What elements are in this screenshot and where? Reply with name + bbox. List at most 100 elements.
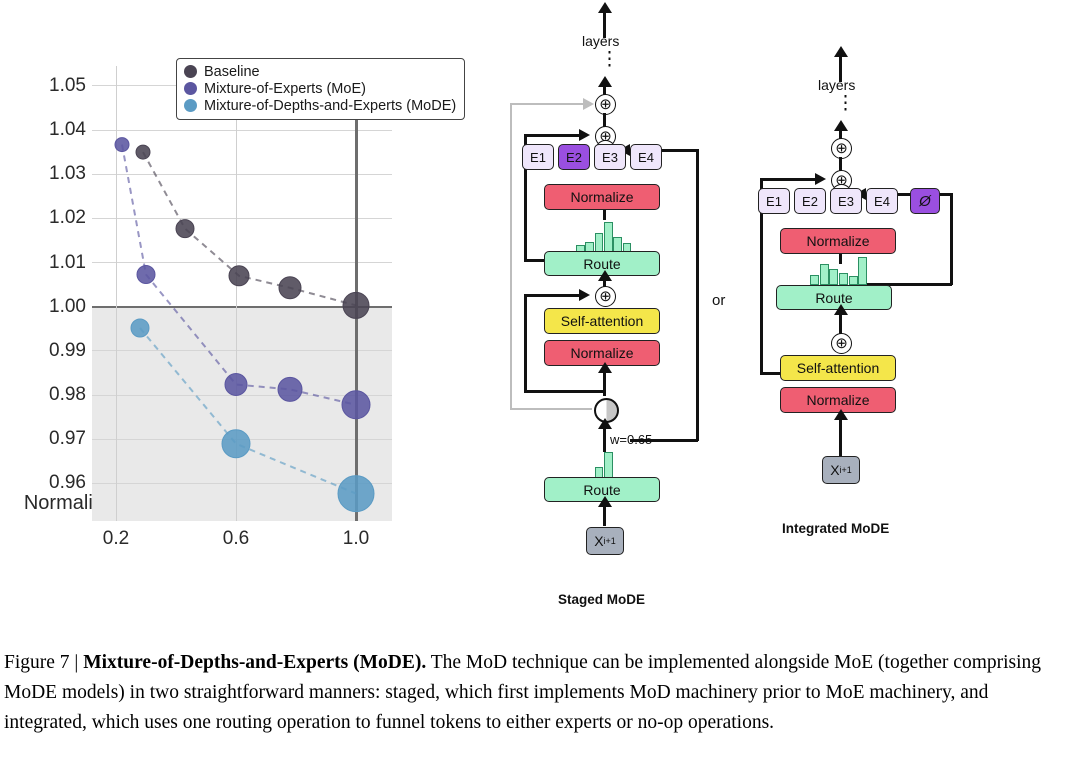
staged-attn-residual-bottom [524, 390, 604, 393]
y-tick-label: 1.05 [49, 74, 86, 96]
integrated-vertical-dots: ⋮ [836, 93, 855, 114]
plot-area: 0.96 0.97 0.98 0.99 1.00 1.01 1.02 1.03 1.04 1.05… [49, 58, 466, 549]
staged-moe-normalize: Normalize [544, 184, 660, 210]
staged-weight-label: w=0.65 [610, 432, 653, 447]
integrated-route-histogram [810, 257, 868, 285]
integrated-arrowhead-input [833, 409, 848, 420]
gridline-horizontal [92, 350, 392, 352]
integrated-arrowhead-op1 [833, 120, 848, 131]
histogram-bar [848, 275, 858, 285]
histogram-bar [829, 269, 839, 285]
staged-attn-residual-vertical [524, 296, 527, 392]
series-line [142, 151, 357, 307]
figure-title: Mixture-of-Depths-and-Experts (MoDE). [83, 652, 427, 673]
expert-box-e1: E1 [522, 144, 554, 170]
legend-label: Baseline [204, 63, 260, 80]
staged-top-arrowhead [597, 2, 612, 13]
expert-box-e3: E3 [594, 144, 626, 170]
expert-box-e2: E2 [558, 144, 590, 170]
chart-legend: Baseline Mixture-of-Experts (MoE) Mixture-… [176, 58, 466, 120]
integrated-self-attention: Self-attention [780, 355, 896, 381]
legend-marker-icon [184, 65, 197, 78]
noop-box: Ø [910, 188, 940, 214]
gridline-horizontal [92, 394, 392, 396]
staged-wire-op1-op2 [603, 113, 606, 127]
integrated-mode-diagram: layers ⋮ ⊕ ⊕ ⊗ E1E2E3E4Ø Normalize Route… [742, 0, 1042, 620]
y-tick-label: 1.03 [49, 163, 86, 185]
histogram-bar [613, 237, 623, 252]
staged-grey-skip-bottom [510, 408, 592, 410]
histogram-bar [810, 275, 820, 285]
legend-item: Mixture-of-Experts (MoE) [184, 80, 456, 97]
legend-label: Mixture-of-Depths-and-Experts (MoDE) [204, 97, 457, 114]
shaded-region [92, 306, 392, 521]
gridline-vertical [354, 66, 358, 521]
staged-moe-residual-arrowhead [579, 129, 590, 141]
gridline-horizontal [92, 438, 392, 440]
staged-arrowhead-mod-route [597, 418, 612, 429]
staged-arrowhead-op1 [597, 76, 612, 87]
legend-marker-icon [184, 99, 197, 112]
figure-caption: Figure 7 | Mixture-of-Depths-and-Experts… [4, 648, 1072, 738]
integrated-input-subscript: i+1 [839, 465, 852, 475]
histogram-bar [839, 273, 849, 285]
y-tick-label: 1.00 [49, 295, 86, 317]
staged-op-add-outer: ⊕ [595, 94, 616, 115]
data-point [278, 276, 302, 300]
histogram-bar [594, 232, 604, 252]
gridline-horizontal [92, 217, 392, 219]
integrated-op-add-attention: ⊕ [831, 333, 852, 354]
x-tick-label: 0.6 [222, 528, 250, 549]
data-point [136, 265, 156, 284]
gridline-horizontal [92, 482, 392, 484]
integrated-layers-label: layers [818, 77, 856, 93]
histogram-bar [819, 264, 829, 285]
expert-box-e1: E1 [758, 188, 790, 214]
histogram-bar [858, 257, 868, 285]
legend-item: Baseline [184, 63, 456, 80]
integrated-moe-normalize: Normalize [780, 228, 896, 254]
staged-moe-residual-horizontal [524, 134, 580, 137]
integrated-arrowhead-route [833, 304, 848, 315]
integrated-diagram-caption: Integrated MoDE [782, 521, 890, 536]
staged-arrowhead-input [597, 496, 612, 507]
staged-wire-norm-route [603, 210, 606, 220]
integrated-top-arrowhead [833, 46, 848, 57]
expert-box-e2: E2 [794, 188, 826, 214]
legend-marker-icon [184, 82, 197, 95]
staged-grey-skip-horizontal [510, 103, 584, 105]
y-tick-label: 1.04 [49, 119, 86, 141]
x-tick-label: 0.2 [102, 528, 130, 549]
staged-vertical-dots: ⋮ [600, 49, 619, 70]
staged-self-attention: Self-attention [544, 308, 660, 334]
staged-router-histogram [576, 452, 632, 478]
staged-mode-diagram: layers ⋮ ⊕ ⊕ ⊗ E1E2E3E4 Normalize [500, 0, 760, 620]
gridline-horizontal [92, 305, 392, 309]
staged-attn-residual-arrowhead [579, 289, 590, 301]
expert-box-e4: E4 [630, 144, 662, 170]
integrated-wire-input-norm [839, 415, 842, 457]
integrated-wire-op1-op2 [839, 157, 842, 171]
staged-op-add-attention: ⊕ [595, 286, 616, 307]
staged-diagram-caption: Staged MoDE [558, 592, 646, 607]
x-tick-label: 1.0 [342, 528, 370, 549]
gridline-vertical [235, 66, 237, 521]
histogram-bar [604, 452, 613, 478]
integrated-residual-horizontal [760, 178, 816, 181]
data-point [228, 265, 250, 287]
integrated-route-feedback-vertical [950, 193, 953, 285]
staged-input-label: X [594, 533, 604, 549]
y-tick-label: 0.97 [49, 428, 86, 450]
staged-arrowhead-halfcircle [597, 362, 612, 373]
integrated-residual-arrowhead [815, 173, 826, 185]
figure-number: Figure 7 | [4, 652, 84, 673]
integrated-input-node: Xi+1 [822, 456, 860, 484]
integrated-op-add-outer: ⊕ [831, 138, 852, 159]
legend-item: Mixture-of-Depths-and-Experts (MoDE) [184, 97, 456, 114]
expert-box-e3: E3 [830, 188, 862, 214]
diagram-panel: layers ⋮ ⊕ ⊕ ⊗ E1E2E3E4 Normalize [500, 0, 1080, 620]
legend-label: Mixture-of-Experts (MoE) [204, 80, 366, 97]
y-tick-label: 0.96 [49, 472, 86, 494]
expert-box-e4: E4 [866, 188, 898, 214]
y-tick-label: 0.99 [49, 339, 86, 361]
